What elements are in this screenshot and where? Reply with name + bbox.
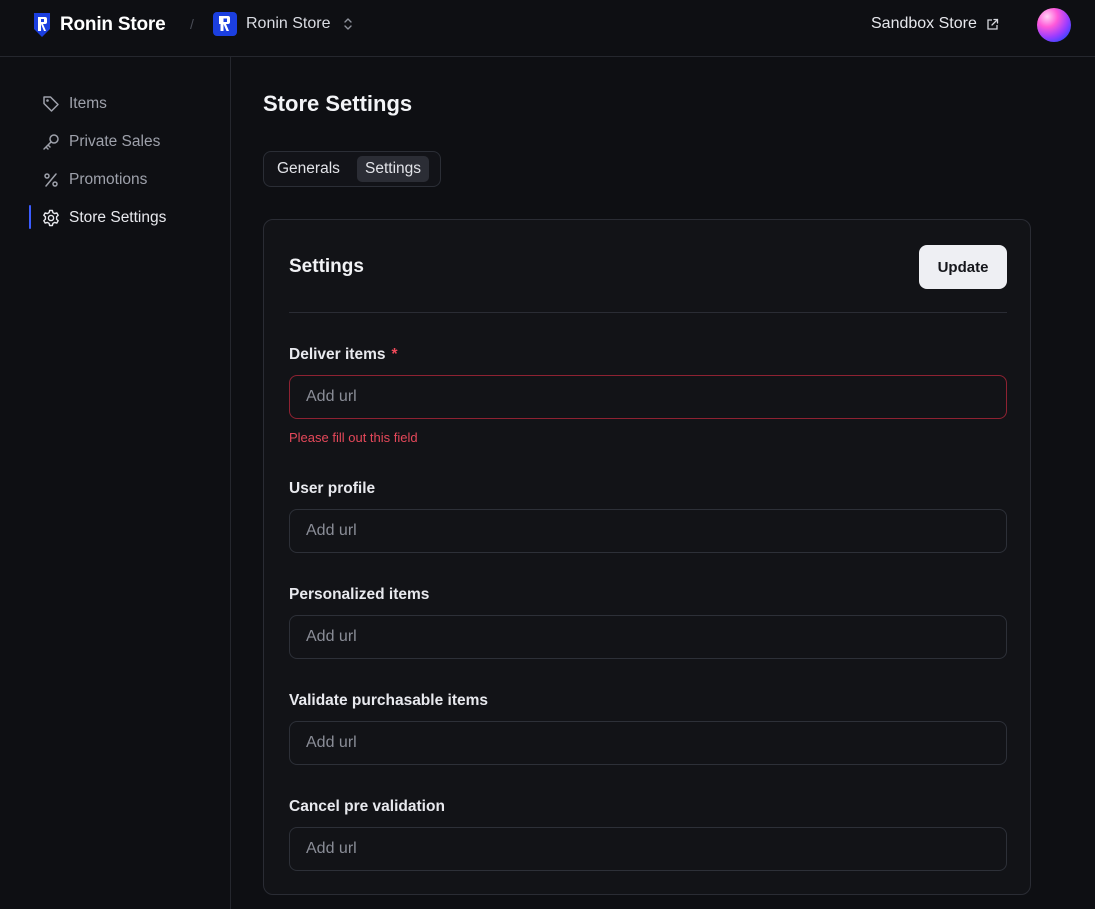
tab-generals[interactable]: Generals — [269, 156, 348, 182]
update-button[interactable]: Update — [919, 245, 1007, 289]
sandbox-store-label: Sandbox Store — [871, 15, 977, 32]
sidebar-item-store-settings[interactable]: Store Settings — [41, 206, 166, 230]
store-switcher[interactable]: Ronin Store — [213, 12, 353, 36]
cancel-pre-validation-label: Cancel pre validation — [289, 798, 445, 815]
brand-name: Ronin Store — [60, 14, 166, 35]
avatar[interactable] — [1037, 8, 1071, 42]
settings-card: Settings Update Deliver items * Please fi… — [263, 219, 1031, 895]
deliver-items-input[interactable] — [289, 375, 1007, 419]
deliver-items-error: Please fill out this field — [289, 430, 418, 445]
key-icon — [43, 134, 59, 150]
cancel-pre-validation-input[interactable] — [289, 827, 1007, 871]
sandbox-store-link[interactable]: Sandbox Store — [871, 15, 999, 33]
field-label-text: Deliver items — [289, 346, 386, 363]
user-profile-label: User profile — [289, 480, 376, 497]
breadcrumb-separator: / — [190, 16, 194, 32]
gear-icon — [43, 209, 59, 227]
external-link-icon — [987, 18, 999, 30]
top-header: Ronin Store / Ronin Store Sandbox Store — [0, 0, 1095, 57]
sidebar-item-items[interactable]: Items — [41, 92, 107, 116]
store-name: Ronin Store — [246, 15, 331, 32]
percent-icon — [44, 173, 58, 187]
tab-bar: Generals Settings — [263, 151, 441, 187]
sidebar-item-label: Private Sales — [69, 133, 161, 150]
sidebar-item-label: Items — [69, 95, 107, 112]
chevron-up-down-icon — [343, 18, 352, 30]
sidebar-item-label: Promotions — [69, 171, 148, 188]
sidebar-item-private-sales[interactable]: Private Sales — [41, 130, 160, 154]
store-logo-icon — [213, 12, 237, 36]
active-indicator — [29, 205, 31, 229]
divider — [289, 312, 1007, 313]
ronin-logo-icon — [34, 13, 50, 37]
personalized-items-label: Personalized items — [289, 586, 430, 603]
tab-settings[interactable]: Settings — [357, 156, 430, 182]
deliver-items-label: Deliver items * — [289, 346, 398, 364]
sidebar: Items Private Sales Promotions Store Set… — [0, 57, 231, 909]
sidebar-item-promotions[interactable]: Promotions — [41, 168, 147, 192]
tag-icon — [43, 96, 59, 112]
validate-purchasable-items-input[interactable] — [289, 721, 1007, 765]
card-title: Settings — [289, 256, 364, 277]
user-profile-input[interactable] — [289, 509, 1007, 553]
validate-purchasable-items-label: Validate purchasable items — [289, 692, 489, 709]
brand[interactable]: Ronin Store — [32, 12, 166, 38]
personalized-items-input[interactable] — [289, 615, 1007, 659]
page-title: Store Settings — [263, 91, 413, 116]
required-marker: * — [391, 346, 398, 363]
sidebar-item-label: Store Settings — [69, 209, 167, 226]
